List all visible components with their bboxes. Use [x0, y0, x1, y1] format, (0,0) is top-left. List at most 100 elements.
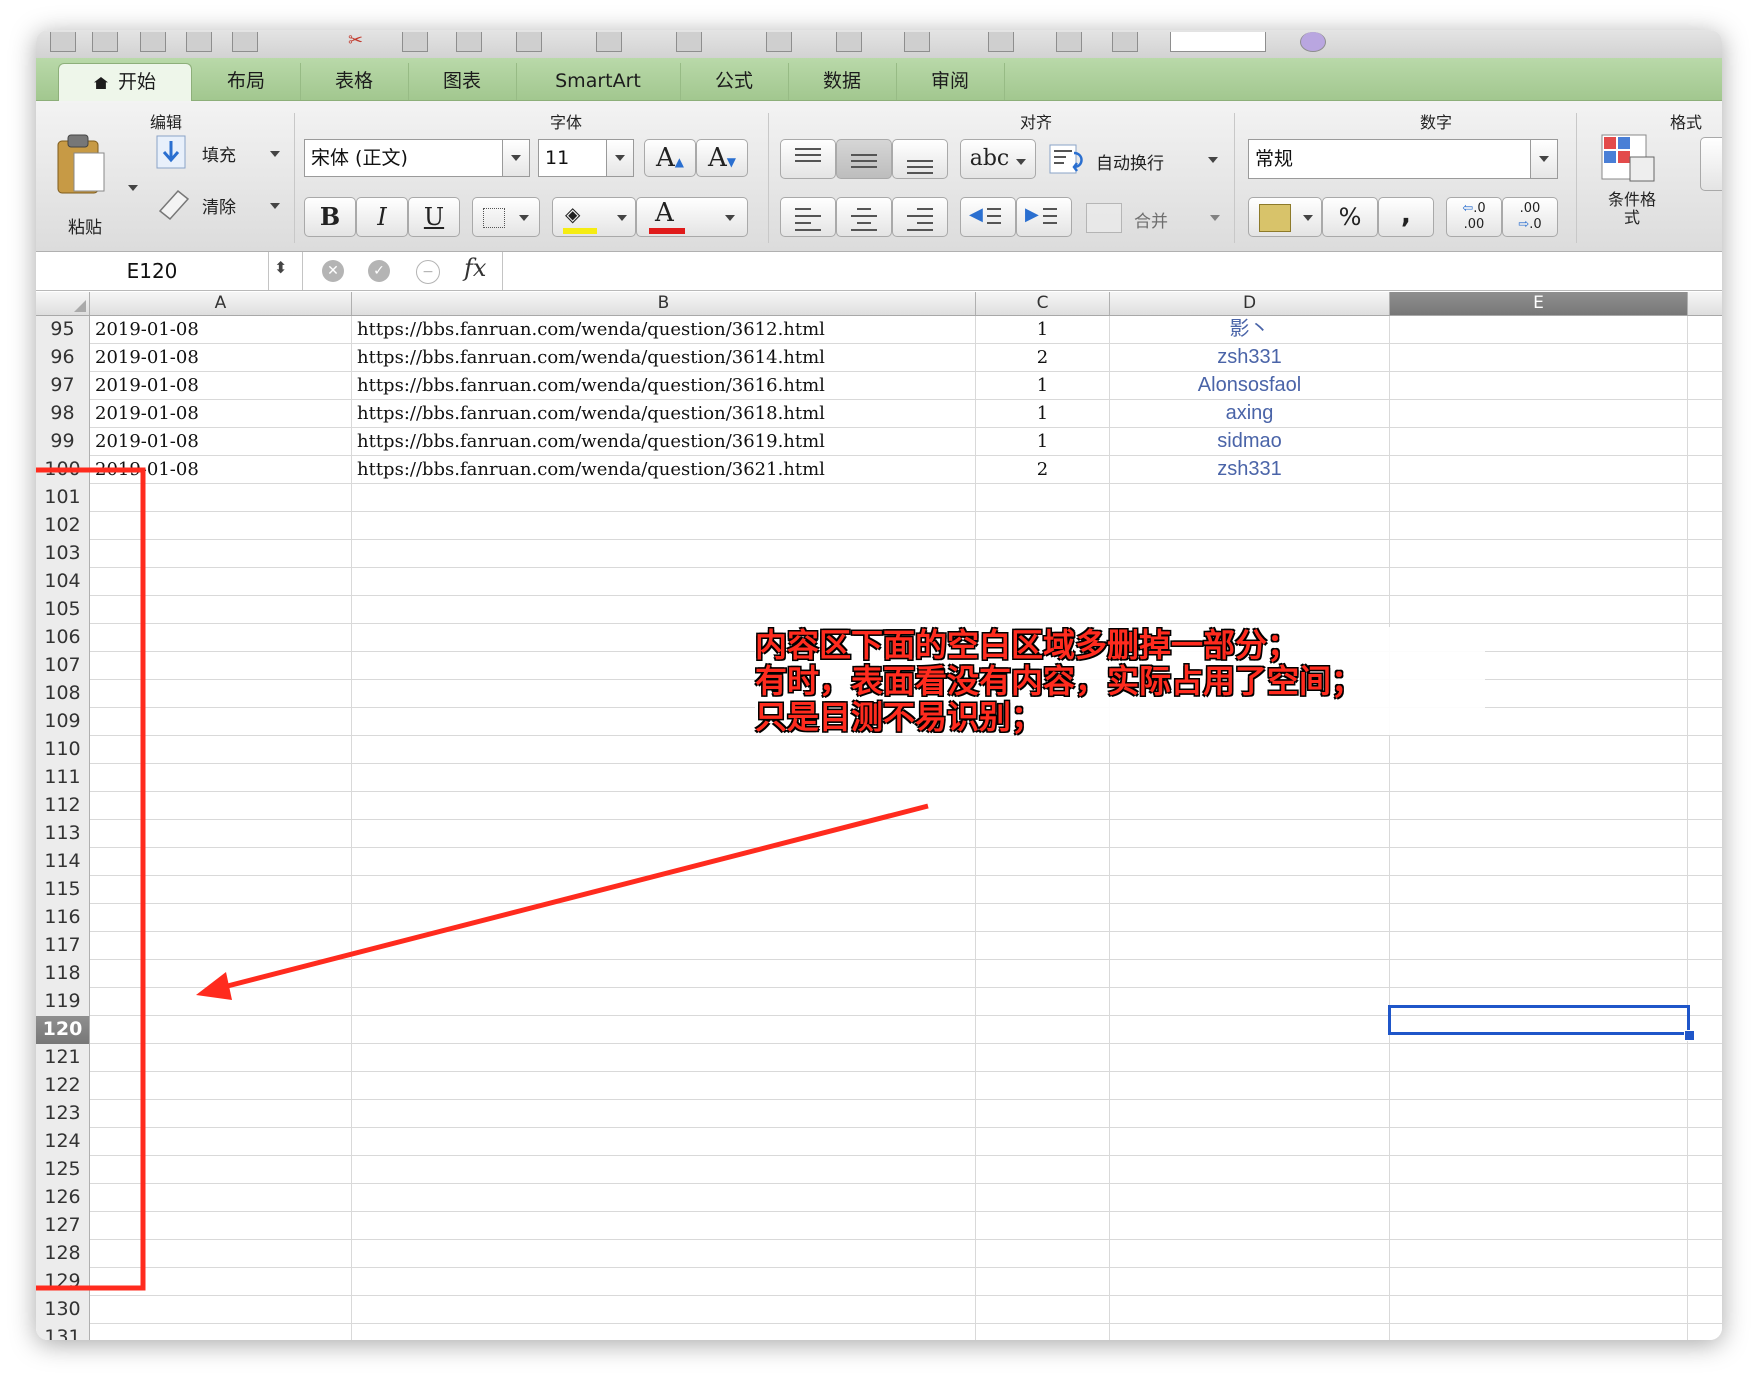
- cell-d[interactable]: 影丶: [1110, 316, 1390, 343]
- currency-button[interactable]: [1248, 197, 1322, 237]
- cell-d[interactable]: [1110, 848, 1390, 875]
- cell-f[interactable]: [1688, 1044, 1722, 1071]
- cell-b[interactable]: [352, 1016, 976, 1043]
- cell-c[interactable]: [976, 596, 1110, 623]
- column-header-f[interactable]: [1688, 292, 1722, 315]
- cell-d[interactable]: [1110, 1184, 1390, 1211]
- cell-d[interactable]: [1110, 1016, 1390, 1043]
- cell-c[interactable]: [976, 1212, 1110, 1239]
- cell-b[interactable]: https://bbs.fanruan.com/wenda/question/3…: [352, 400, 976, 427]
- cell-f[interactable]: [1688, 932, 1722, 959]
- cell-f[interactable]: [1688, 1184, 1722, 1211]
- row-header[interactable]: 119: [36, 988, 90, 1016]
- column-header-a[interactable]: A: [90, 292, 352, 315]
- cell-d[interactable]: [1110, 820, 1390, 847]
- cell-e[interactable]: [1390, 932, 1688, 959]
- toolbox-icon[interactable]: [988, 32, 1014, 52]
- cell-d[interactable]: axing: [1110, 400, 1390, 427]
- row-header[interactable]: 112: [36, 792, 90, 820]
- cell-c[interactable]: 1: [976, 372, 1110, 399]
- row-header[interactable]: 103: [36, 540, 90, 568]
- cell-d[interactable]: [1110, 596, 1390, 623]
- cell-c[interactable]: [976, 1016, 1110, 1043]
- cell-a[interactable]: [90, 792, 352, 819]
- row-header[interactable]: 111: [36, 764, 90, 792]
- cell-f[interactable]: [1688, 904, 1722, 931]
- underline-button[interactable]: U: [408, 197, 460, 237]
- align-right-button[interactable]: [892, 197, 948, 237]
- row-header[interactable]: 100: [36, 456, 90, 484]
- selected-cell-e120[interactable]: [1388, 1005, 1690, 1035]
- cell-a[interactable]: [90, 904, 352, 931]
- cell-a[interactable]: [90, 1016, 352, 1043]
- cell-b[interactable]: https://bbs.fanruan.com/wenda/question/3…: [352, 456, 976, 483]
- row-header[interactable]: 105: [36, 596, 90, 624]
- gallery-icon[interactable]: [904, 32, 930, 52]
- cell-e[interactable]: [1390, 1296, 1688, 1323]
- cell-f[interactable]: [1688, 876, 1722, 903]
- row-header[interactable]: 128: [36, 1240, 90, 1268]
- fx-icon[interactable]: fx: [464, 254, 486, 282]
- cell-b[interactable]: [352, 820, 976, 847]
- cell-a[interactable]: [90, 1128, 352, 1155]
- align-center-button[interactable]: [836, 197, 892, 237]
- enter-icon[interactable]: ✓: [368, 260, 390, 282]
- row-header[interactable]: 126: [36, 1184, 90, 1212]
- cell-f[interactable]: [1688, 1268, 1722, 1295]
- cell-e[interactable]: [1390, 1184, 1688, 1211]
- cell-f[interactable]: [1688, 680, 1722, 707]
- row-header[interactable]: 123: [36, 1100, 90, 1128]
- cell-a[interactable]: [90, 1072, 352, 1099]
- cell-f[interactable]: [1688, 652, 1722, 679]
- cell-b[interactable]: [352, 792, 976, 819]
- cell-e[interactable]: [1390, 1072, 1688, 1099]
- cell-e[interactable]: [1390, 820, 1688, 847]
- undo-icon[interactable]: [596, 32, 622, 52]
- cell-b[interactable]: [352, 736, 976, 763]
- cell-e[interactable]: [1390, 316, 1688, 343]
- cell-d[interactable]: [1110, 932, 1390, 959]
- cell-e[interactable]: [1390, 792, 1688, 819]
- cell-c[interactable]: 1: [976, 428, 1110, 455]
- align-middle-button[interactable]: [836, 139, 892, 179]
- column-header-b[interactable]: B: [352, 292, 976, 315]
- cell-f[interactable]: [1688, 372, 1722, 399]
- cell-a[interactable]: [90, 1184, 352, 1211]
- import-icon[interactable]: [232, 32, 258, 52]
- cell-d[interactable]: [1110, 988, 1390, 1015]
- cell-d[interactable]: [1110, 512, 1390, 539]
- cell-c[interactable]: [976, 1100, 1110, 1127]
- cell-a[interactable]: [90, 1240, 352, 1267]
- conditional-format-button[interactable]: 条件格式: [1590, 131, 1674, 247]
- cell-b[interactable]: [352, 960, 976, 987]
- cell-e[interactable]: [1390, 540, 1688, 567]
- cell-b[interactable]: [352, 1268, 976, 1295]
- align-top-button[interactable]: [780, 139, 836, 179]
- cell-a[interactable]: [90, 540, 352, 567]
- increase-decimal-button[interactable]: ⇦.0.00: [1446, 197, 1502, 237]
- cell-c[interactable]: [976, 1044, 1110, 1071]
- cell-e[interactable]: [1390, 428, 1688, 455]
- row-header[interactable]: 97: [36, 372, 90, 400]
- row-header[interactable]: 114: [36, 848, 90, 876]
- cell-e[interactable]: [1390, 1156, 1688, 1183]
- cell-f[interactable]: [1688, 988, 1722, 1015]
- cell-c[interactable]: [976, 568, 1110, 595]
- cell-c[interactable]: [976, 792, 1110, 819]
- cell-b[interactable]: [352, 512, 976, 539]
- cell-d[interactable]: [1110, 904, 1390, 931]
- cell-a[interactable]: [90, 820, 352, 847]
- cell-b[interactable]: [352, 484, 976, 511]
- cell-a[interactable]: [90, 764, 352, 791]
- cell-f[interactable]: [1688, 512, 1722, 539]
- cell-e[interactable]: [1390, 400, 1688, 427]
- cell-e[interactable]: [1390, 1212, 1688, 1239]
- cell-a[interactable]: [90, 708, 352, 735]
- cell-e[interactable]: [1390, 764, 1688, 791]
- cell-c[interactable]: [976, 960, 1110, 987]
- cell-f[interactable]: [1688, 400, 1722, 427]
- cell-b[interactable]: [352, 1072, 976, 1099]
- cell-a[interactable]: [90, 624, 352, 651]
- cell-c[interactable]: [976, 484, 1110, 511]
- cell-e[interactable]: [1390, 736, 1688, 763]
